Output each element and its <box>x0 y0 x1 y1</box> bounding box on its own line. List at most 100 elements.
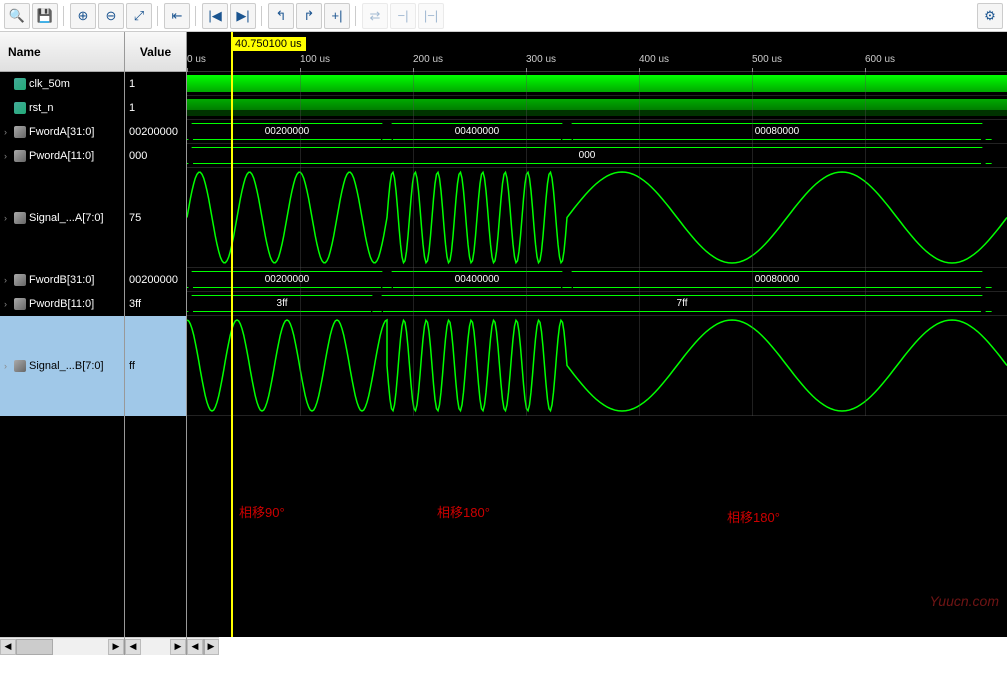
signal-type-icon <box>14 126 26 138</box>
signal-name-row[interactable]: clk_50m <box>0 72 124 96</box>
bus-segment: 00080000 <box>567 123 987 140</box>
signal-type-icon <box>14 150 26 162</box>
grid-line <box>413 72 414 416</box>
signal-value-label: 000 <box>129 150 147 162</box>
signal-name-row[interactable]: ›Signal_...B[7:0] <box>0 316 124 416</box>
scroll-left-icon[interactable]: ◀ <box>187 639 203 655</box>
signal-value-row[interactable]: 00200000 <box>125 268 186 292</box>
scroll-right-icon[interactable]: ▶ <box>108 639 124 655</box>
signal-name-row[interactable]: › FwordA[31:0] <box>0 120 124 144</box>
time-tick: 500 us <box>752 54 782 65</box>
name-header: Name <box>0 32 124 72</box>
value-panel: Value 110020000000075002000003ffff <box>125 32 187 637</box>
signal-name-row[interactable]: rst_n <box>0 96 124 120</box>
signal-value-label: 75 <box>129 212 141 224</box>
signal-name-label: FwordA[31:0] <box>29 126 94 138</box>
cursor-line[interactable] <box>231 32 233 637</box>
signal-value-row[interactable]: 1 <box>125 96 186 120</box>
bus-segment: 3ff <box>187 295 377 312</box>
scroll-left-icon[interactable]: ◀ <box>0 639 16 655</box>
signal-name-label: clk_50m <box>29 78 70 90</box>
next-marker-icon[interactable]: +| <box>324 3 350 29</box>
signal-value-row[interactable]: 1 <box>125 72 186 96</box>
expand-icon[interactable]: › <box>4 299 12 309</box>
bus-segment: 000 <box>187 147 987 164</box>
zoom-out-icon[interactable]: ⊖ <box>98 3 124 29</box>
signal-value-row[interactable]: 75 <box>125 168 186 268</box>
signal-value-row[interactable]: 00200000 <box>125 120 186 144</box>
add-marker-icon[interactable]: ↰ <box>268 3 294 29</box>
signal-name-label: rst_n <box>29 102 53 114</box>
bus-segment: 7ff <box>377 295 987 312</box>
remove-all-icon[interactable]: |−| <box>418 3 444 29</box>
bus-segment: 00200000 <box>187 271 387 288</box>
expand-icon[interactable]: › <box>4 127 12 137</box>
name-hscroll[interactable]: ◀▶ <box>0 637 125 655</box>
signal-name-row[interactable]: › FwordB[31:0] <box>0 268 124 292</box>
zoom-in-icon[interactable]: ⊕ <box>70 3 96 29</box>
expand-icon[interactable]: › <box>4 151 12 161</box>
main-area: Name clk_50m rst_n › FwordA[31:0] › PwordA[11… <box>0 32 1007 637</box>
timescale[interactable]: 0 us100 us200 us300 us400 us500 us600 us <box>187 32 1007 72</box>
wave-row[interactable] <box>187 72 1007 96</box>
bus-segment: 00200000 <box>187 123 387 140</box>
wave-row[interactable] <box>187 168 1007 268</box>
expand-icon[interactable]: › <box>4 213 12 223</box>
settings-icon[interactable]: ⚙ <box>977 3 1003 29</box>
bottom-scroll-row: ◀▶ ◀▶ ◀▶ <box>0 637 1007 655</box>
scroll-right-icon[interactable]: ▶ <box>170 639 186 655</box>
phase-annotation: 相移180° <box>727 507 780 526</box>
signal-value-label: 1 <box>129 78 135 90</box>
bus-segment: 00400000 <box>387 123 567 140</box>
phase-annotation: 相移180° <box>437 502 490 521</box>
grid-line <box>865 72 866 416</box>
wave-row[interactable]: 000 <box>187 144 1007 168</box>
first-icon[interactable]: |◀ <box>202 3 228 29</box>
signal-value-label: 1 <box>129 102 135 114</box>
scroll-right-icon[interactable]: ▶ <box>203 639 219 655</box>
signal-name-row[interactable]: ›PwordB[11:0] <box>0 292 124 316</box>
signal-name-list: clk_50mrst_n›FwordA[31:0]›PwordA[11:0]›S… <box>0 72 124 637</box>
wave-row[interactable]: 002000000040000000080000 <box>187 120 1007 144</box>
signal-name-row[interactable]: › Signal_...A[7:0] <box>0 168 124 268</box>
signal-value-label: ff <box>129 360 135 372</box>
cursor-label[interactable]: 40.750100 us <box>231 37 306 51</box>
swap-icon[interactable]: ⇄ <box>362 3 388 29</box>
waveform-area[interactable]: 40.750100 us 0 us100 us200 us300 us400 u… <box>187 32 1007 637</box>
time-tick: 600 us <box>865 54 895 65</box>
signal-type-icon <box>14 298 26 310</box>
wave-row[interactable]: 002000000040000000080000 <box>187 268 1007 292</box>
signal-value-list: 1 1 00200000 000 75 00200000 3ff ff <box>125 72 186 637</box>
signal-name-label: PwordA[11:0] <box>29 150 94 162</box>
save-icon[interactable]: 💾 <box>32 3 58 29</box>
signal-name-label: Signal_...A[7:0] <box>29 212 104 224</box>
time-tick: 200 us <box>413 54 443 65</box>
signal-value-row[interactable]: ff <box>125 316 186 416</box>
signal-value-label: 3ff <box>129 298 141 310</box>
expand-icon[interactable]: › <box>4 361 12 371</box>
toolbar: 🔍 💾 ⊕ ⊖ ⤢ ⇤ |◀ ▶| ↰ ↱ +| ⇄ −| |−| ⚙ <box>0 0 1007 32</box>
signal-type-icon <box>14 212 26 224</box>
wave-row[interactable] <box>187 316 1007 416</box>
expand-icon[interactable]: › <box>4 275 12 285</box>
search-icon[interactable]: 🔍 <box>4 3 30 29</box>
signal-value-row[interactable]: 000 <box>125 144 186 168</box>
prev-transition-icon[interactable]: ⇤ <box>164 3 190 29</box>
value-hscroll[interactable]: ◀▶ <box>125 637 187 655</box>
remove-marker-icon[interactable]: −| <box>390 3 416 29</box>
last-icon[interactable]: ▶| <box>230 3 256 29</box>
analog-wave <box>187 168 1007 267</box>
signal-value-row[interactable]: 3ff <box>125 292 186 316</box>
wave-hscroll[interactable]: ◀▶ <box>187 637 219 655</box>
wave-row[interactable] <box>187 96 1007 120</box>
wave-body[interactable]: 0020000000400000000800000000020000000400… <box>187 72 1007 416</box>
signal-name-row[interactable]: › PwordA[11:0] <box>0 144 124 168</box>
signal-value-label: 00200000 <box>129 126 178 138</box>
zoom-fit-icon[interactable]: ⤢ <box>126 3 152 29</box>
scroll-left-icon[interactable]: ◀ <box>125 639 141 655</box>
signal-type-icon <box>14 360 26 372</box>
prev-marker-icon[interactable]: ↱ <box>296 3 322 29</box>
name-panel: Name clk_50m rst_n › FwordA[31:0] › PwordA[11… <box>0 32 125 637</box>
signal-name-label: FwordB[31:0] <box>29 274 94 286</box>
wave-row[interactable]: 3ff7ff <box>187 292 1007 316</box>
